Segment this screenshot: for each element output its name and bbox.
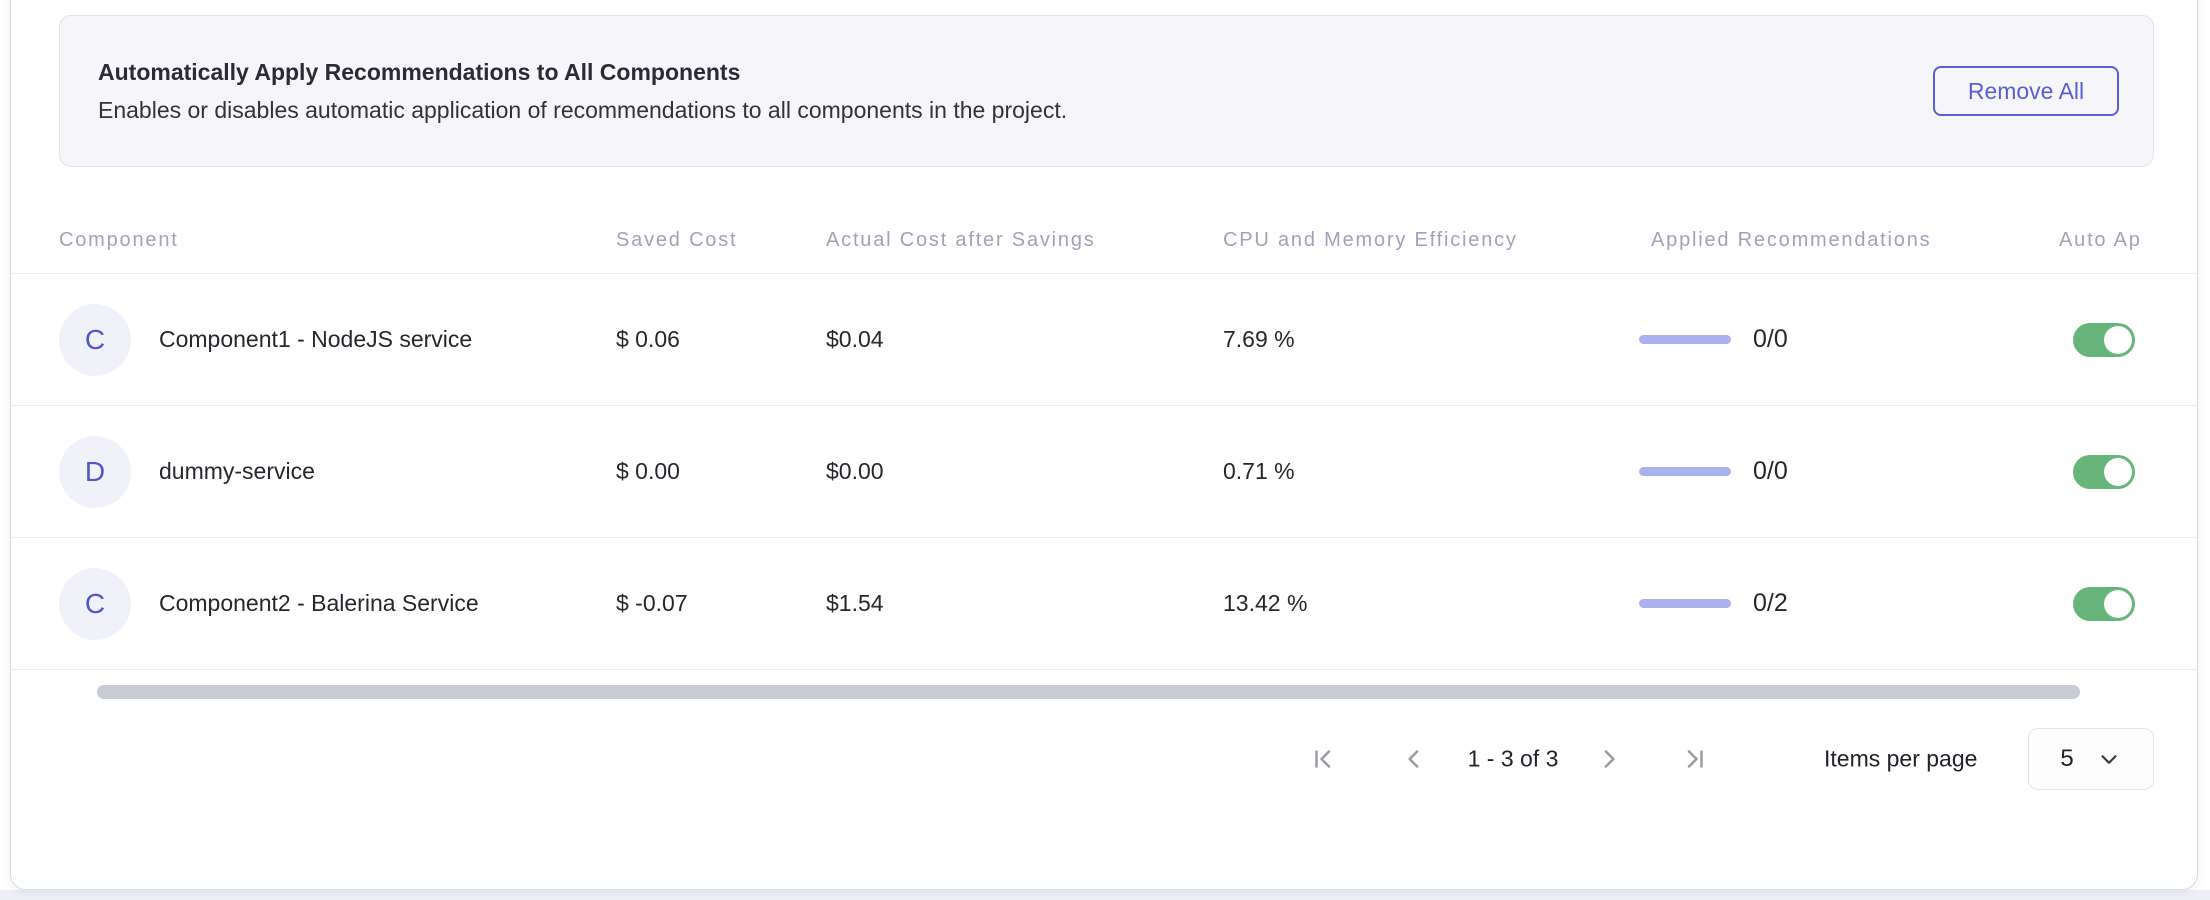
toggle-knob <box>2104 326 2132 354</box>
efficiency-value: 7.69 % <box>1223 274 1295 405</box>
column-header-saved-cost: Saved Cost <box>616 208 737 273</box>
applied-progress-bar <box>1639 599 1731 608</box>
pagination-bar: 1 - 3 of 3 Items per page 5 <box>11 726 2198 792</box>
component-cell: C Component2 - Balerina Service <box>59 538 479 669</box>
column-header-component: Component <box>59 208 179 273</box>
previous-page-button[interactable] <box>1394 739 1434 779</box>
component-name: Component1 - NodeJS service <box>159 326 472 353</box>
next-page-button[interactable] <box>1589 739 1629 779</box>
chevron-down-icon <box>2096 746 2122 772</box>
first-page-icon <box>1309 744 1339 774</box>
toggle-knob <box>2104 590 2132 618</box>
efficiency-value: 0.71 % <box>1223 406 1295 537</box>
component-avatar: C <box>59 568 131 640</box>
auto-apply-banner: Automatically Apply Recommendations to A… <box>59 15 2154 167</box>
auto-apply-toggle[interactable] <box>2073 587 2135 621</box>
items-per-page-label: Items per page <box>1824 746 1977 773</box>
last-page-button[interactable] <box>1674 739 1714 779</box>
saved-cost-value: $ 0.00 <box>616 406 680 537</box>
applied-count: 0/0 <box>1753 325 1788 354</box>
applied-count: 0/0 <box>1753 457 1788 486</box>
banner-text-block: Automatically Apply Recommendations to A… <box>98 59 1067 124</box>
applied-progress-bar <box>1639 467 1731 476</box>
auto-apply-toggle[interactable] <box>2073 323 2135 357</box>
applied-recommendations-cell: 0/2 <box>1639 538 1788 669</box>
auto-apply-cell <box>2073 274 2135 405</box>
remove-all-button[interactable]: Remove All <box>1933 66 2119 116</box>
items-per-page-value: 5 <box>2060 745 2073 773</box>
column-header-auto-apply: Auto Ap <box>2059 208 2142 273</box>
recommendations-card: Automatically Apply Recommendations to A… <box>10 0 2198 890</box>
table-row: D dummy-service $ 0.00 $0.00 0.71 % 0/0 <box>11 406 2198 538</box>
component-name: dummy-service <box>159 458 315 485</box>
applied-recommendations-cell: 0/0 <box>1639 406 1788 537</box>
component-name: Component2 - Balerina Service <box>159 590 479 617</box>
applied-progress-bar <box>1639 335 1731 344</box>
actual-cost-value: $0.04 <box>826 274 884 405</box>
component-cell: D dummy-service <box>59 406 315 537</box>
table-row: C Component2 - Balerina Service $ -0.07 … <box>11 538 2198 670</box>
actual-cost-value: $1.54 <box>826 538 884 669</box>
chevron-right-icon <box>1594 744 1624 774</box>
auto-apply-toggle[interactable] <box>2073 455 2135 489</box>
column-header-efficiency: CPU and Memory Efficiency <box>1223 208 1518 273</box>
banner-title: Automatically Apply Recommendations to A… <box>98 59 1067 86</box>
recommendations-page: Automatically Apply Recommendations to A… <box>0 0 2210 900</box>
auto-apply-cell <box>2073 538 2135 669</box>
table-header-row: Component Saved Cost Actual Cost after S… <box>11 208 2198 274</box>
applied-count: 0/2 <box>1753 589 1788 618</box>
saved-cost-value: $ 0.06 <box>616 274 680 405</box>
column-header-applied-recommendations: Applied Recommendations <box>1651 208 1931 273</box>
banner-description: Enables or disables automatic applicatio… <box>98 97 1067 124</box>
first-page-button[interactable] <box>1304 739 1344 779</box>
items-per-page-select[interactable]: 5 <box>2028 728 2154 790</box>
chevron-left-icon <box>1399 744 1429 774</box>
actual-cost-value: $0.00 <box>826 406 884 537</box>
saved-cost-value: $ -0.07 <box>616 538 688 669</box>
components-table: Component Saved Cost Actual Cost after S… <box>11 208 2198 670</box>
table-row: C Component1 - NodeJS service $ 0.06 $0.… <box>11 274 2198 406</box>
page-background-strip <box>0 890 2210 900</box>
auto-apply-cell <box>2073 406 2135 537</box>
horizontal-scrollbar-thumb[interactable] <box>97 685 2080 699</box>
applied-recommendations-cell: 0/0 <box>1639 274 1788 405</box>
column-header-actual-cost: Actual Cost after Savings <box>826 208 1096 273</box>
component-avatar: C <box>59 304 131 376</box>
component-avatar: D <box>59 436 131 508</box>
toggle-knob <box>2104 458 2132 486</box>
page-range-label: 1 - 3 of 3 <box>1448 746 1578 773</box>
component-cell: C Component1 - NodeJS service <box>59 274 472 405</box>
efficiency-value: 13.42 % <box>1223 538 1307 669</box>
last-page-icon <box>1679 744 1709 774</box>
